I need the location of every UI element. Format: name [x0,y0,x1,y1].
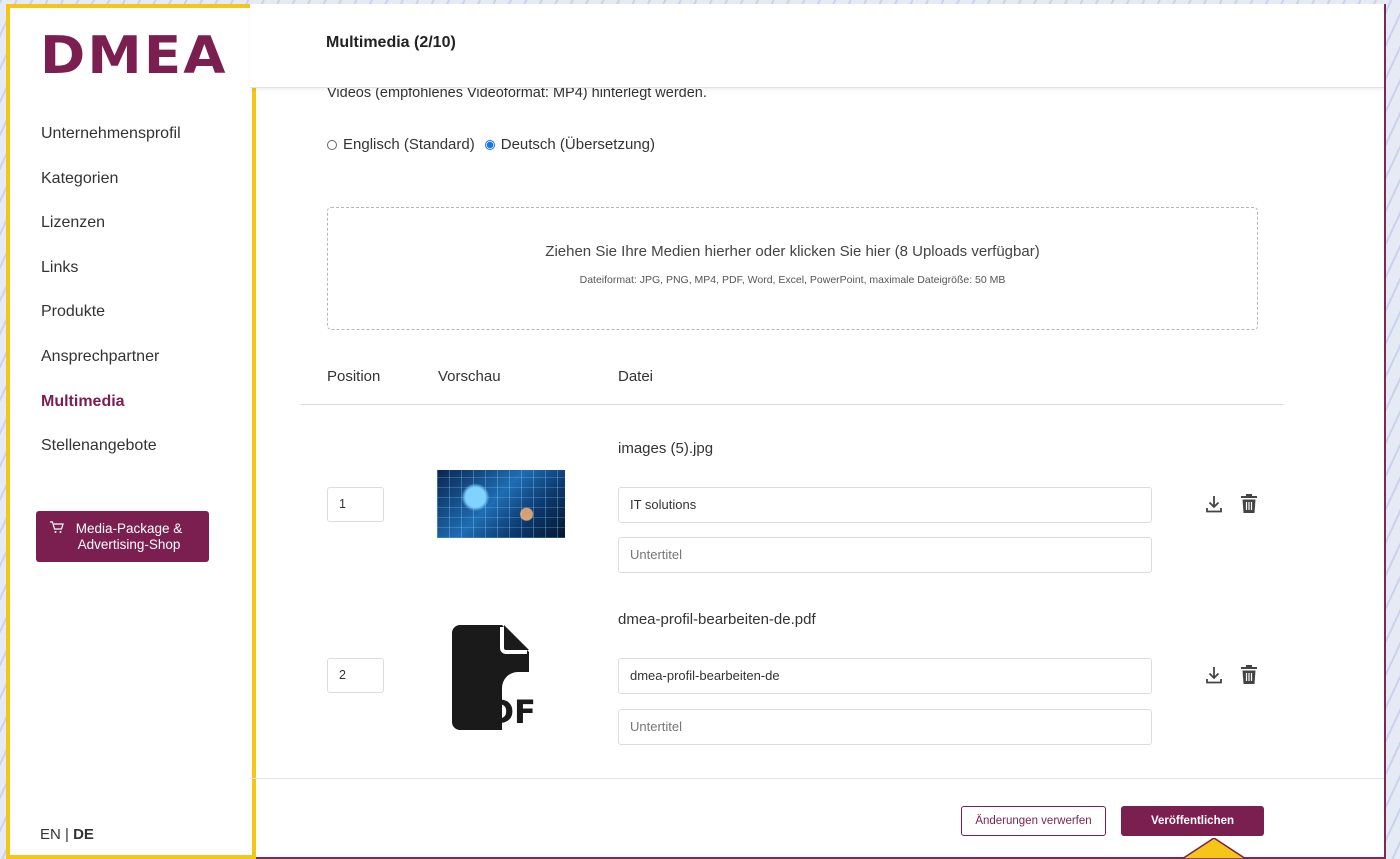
media-shop-button[interactable]: Media-Package & Advertising-Shop [36,511,209,562]
discard-changes-button[interactable]: Änderungen verwerfen [961,806,1106,836]
lang-de-link[interactable]: DE [73,826,94,843]
position-input[interactable]: 2 [327,658,384,693]
dropzone-title: Ziehen Sie Ihre Medien hierher oder klic… [545,243,1040,260]
pdf-file-icon: PDF [452,625,547,735]
sidebar-item-produkte[interactable]: Produkte [41,300,181,345]
publish-button[interactable]: Veröffentlichen [1121,806,1264,836]
radio-option-deutsch[interactable]: Deutsch (Übersetzung) [484,136,655,153]
main-content: Videos (empfohlenes Videoformat: MP4) hi… [250,0,1384,859]
lang-en-link[interactable]: EN [40,826,61,843]
column-header-vorschau: Vorschau [438,368,501,385]
highlight-arrow-icon [1180,837,1248,859]
language-radio-group: Englisch (Standard) Deutsch (Übersetzung… [327,136,665,153]
lang-separator: | [65,826,69,843]
sidebar-item-unternehmensprofil[interactable]: Unternehmensprofil [41,122,181,167]
trash-icon[interactable] [1240,664,1258,690]
radio-deutsch-label: Deutsch (Übersetzung) [500,136,655,153]
sidebar-nav: Unternehmensprofil Kategorien Lizenzen L… [41,122,181,479]
shopping-cart-icon [50,521,64,538]
title-input[interactable]: dmea-profil-bearbeiten-de [618,658,1152,694]
media-shop-label: Media-Package & Advertising-Shop [75,520,183,552]
download-icon[interactable] [1204,494,1224,519]
sidebar: DMEA Unternehmensprofil Kategorien Lizen… [6,4,256,859]
download-icon[interactable] [1204,665,1224,690]
file-name: images (5).jpg [618,440,714,457]
subtitle-input[interactable]: Untertitel [618,537,1152,573]
media-dropzone[interactable]: Ziehen Sie Ihre Medien hierher oder klic… [327,207,1258,330]
column-header-datei: Datei [618,368,654,385]
sidebar-item-kategorien[interactable]: Kategorien [41,167,181,212]
sidebar-item-ansprechpartner[interactable]: Ansprechpartner [41,345,181,390]
language-switch: EN | DE [40,826,94,843]
position-input[interactable]: 1 [327,487,384,522]
dmea-logo: DMEA [40,26,228,86]
radio-deutsch[interactable] [484,139,495,150]
radio-english-label: Englisch (Standard) [343,136,475,153]
sidebar-item-links[interactable]: Links [41,256,181,301]
page-title: Multimedia (2/10) [326,34,456,51]
page-header: Multimedia (2/10) [250,4,1384,88]
file-name: dmea-profil-bearbeiten-de.pdf [618,611,816,628]
sidebar-item-lizenzen[interactable]: Lizenzen [41,211,181,256]
radio-option-english[interactable]: Englisch (Standard) [327,136,475,153]
title-input[interactable]: IT solutions [618,487,1152,523]
image-thumbnail [437,470,565,538]
sidebar-item-multimedia[interactable]: Multimedia [41,390,181,435]
svg-text:PDF: PDF [464,693,536,730]
dropzone-subtitle: Dateiformat: JPG, PNG, MP4, PDF, Word, E… [579,274,1006,286]
radio-english[interactable] [327,139,337,150]
trash-icon[interactable] [1240,493,1258,519]
footer-divider [250,778,1384,779]
subtitle-input[interactable]: Untertitel [618,709,1152,745]
column-header-position: Position [327,368,381,385]
table-header-divider [300,404,1284,405]
sidebar-item-stellenangebote[interactable]: Stellenangebote [41,434,181,479]
